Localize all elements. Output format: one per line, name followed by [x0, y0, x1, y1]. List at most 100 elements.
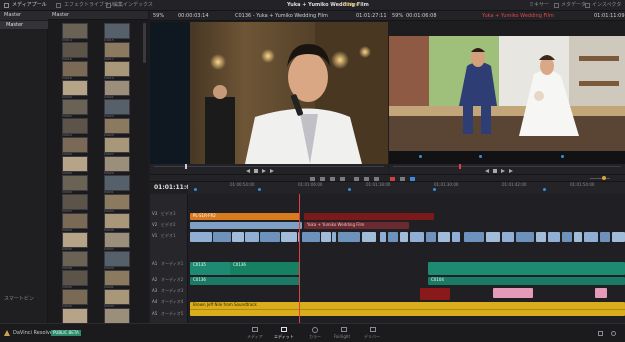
media-thumbnail[interactable] [62, 23, 88, 39]
clip-v1[interactable] [612, 232, 625, 242]
ruler-marker[interactable] [258, 188, 261, 191]
source-playhead[interactable] [185, 164, 187, 169]
snapping-icon[interactable] [390, 177, 395, 181]
clip-v1[interactable] [380, 232, 386, 242]
media-thumbnail[interactable] [104, 156, 130, 172]
insert-clip-icon[interactable] [354, 177, 359, 181]
clip-v1[interactable] [438, 232, 450, 242]
media-thumbnail[interactable] [104, 99, 130, 115]
clip-a2-c0104[interactable]: C0104 [428, 277, 625, 285]
clip-v1[interactable] [502, 232, 514, 242]
media-thumbnail[interactable] [104, 251, 130, 267]
track-header-a4[interactable]: A4 オーディオ4 [150, 298, 188, 308]
media-thumbnail[interactable] [62, 232, 88, 248]
clip-v1[interactable] [584, 232, 598, 242]
source-stop-icon[interactable] [254, 169, 258, 173]
clip-v1[interactable] [516, 232, 534, 242]
clip-v1[interactable] [338, 232, 360, 242]
media-pool-button[interactable]: メディアプール [12, 3, 47, 8]
media-thumbnail[interactable] [104, 23, 130, 39]
clip-v1[interactable] [281, 232, 297, 242]
replace-clip-icon[interactable] [374, 177, 379, 181]
media-thumbnail[interactable] [104, 289, 130, 305]
effects-library-icon[interactable] [56, 3, 61, 8]
track-header-v3[interactable]: V3 ビデオ3 [150, 210, 188, 220]
clip-v1[interactable] [190, 232, 212, 242]
dynamic-trim-icon[interactable] [330, 177, 335, 181]
media-thumbnail[interactable] [62, 61, 88, 77]
clip-v1[interactable] [426, 232, 436, 242]
media-thumbnail[interactable] [62, 213, 88, 229]
clip-v1[interactable] [388, 232, 398, 242]
clip-v3-adjustment[interactable]: PL-S1R-FR2 [190, 213, 300, 220]
clip-v1[interactable] [562, 232, 572, 242]
media-thumbnail[interactable] [62, 137, 88, 153]
clip-a3-pink-2[interactable] [595, 288, 607, 298]
edit-index-button[interactable]: 編集インデックス [113, 3, 153, 8]
clip-v1[interactable] [548, 232, 560, 242]
source-next-icon[interactable] [270, 169, 274, 173]
ruler-marker[interactable] [433, 188, 436, 191]
media-pool-scrollbar[interactable] [143, 23, 146, 63]
media-thumbnail[interactable] [104, 194, 130, 210]
clip-v1[interactable] [400, 232, 408, 242]
marker-flag-icon[interactable] [410, 177, 415, 181]
bin-item-master[interactable]: Master [0, 21, 48, 29]
clip-v2-title[interactable]: Yuka + Yumiko Wedding Film [304, 222, 409, 229]
timeline-scrubber[interactable] [393, 166, 621, 167]
track-header-a3[interactable]: A3 オーディオ3 [150, 287, 188, 297]
clip-v1[interactable] [574, 232, 582, 242]
marker[interactable] [479, 155, 482, 158]
clip-v1[interactable] [600, 232, 610, 242]
clip-a3-pink[interactable] [493, 288, 533, 298]
media-thumbnail[interactable] [62, 80, 88, 96]
media-thumbnail[interactable] [104, 175, 130, 191]
selection-tool-icon[interactable] [310, 177, 315, 181]
page-tab-media[interactable]: メディア [245, 326, 265, 342]
track-header-a2[interactable]: A2 オーディオ2 [150, 276, 188, 286]
clip-v1[interactable] [362, 232, 376, 242]
blade-tool-icon[interactable] [340, 177, 345, 181]
ruler-marker[interactable] [348, 188, 351, 191]
clip-a2-c0136[interactable]: C0136 [190, 277, 300, 285]
trim-tool-icon[interactable] [320, 177, 325, 181]
media-thumbnail[interactable] [104, 80, 130, 96]
media-thumbnail[interactable] [104, 61, 130, 77]
media-thumbnail[interactable] [62, 42, 88, 58]
clip-a3-red[interactable] [420, 288, 450, 300]
clip-v1[interactable] [302, 232, 320, 242]
media-thumbnail[interactable] [104, 137, 130, 153]
source-zoom[interactable]: 59% [153, 14, 164, 19]
inspector-icon[interactable] [585, 3, 590, 8]
media-thumbnail[interactable] [62, 270, 88, 286]
clip-a1-c0104[interactable] [428, 262, 625, 275]
inspector-button[interactable]: インスペクタ [592, 3, 621, 8]
media-thumbnail[interactable] [104, 118, 130, 134]
media-thumbnail[interactable] [62, 194, 88, 210]
media-thumbnail[interactable] [62, 289, 88, 305]
page-tab-edit[interactable]: エディット [272, 326, 296, 342]
timeline-viewer-playhead[interactable] [459, 164, 461, 169]
media-thumbnail[interactable] [104, 308, 130, 324]
media-thumbnail[interactable] [62, 99, 88, 115]
media-thumbnail[interactable] [62, 175, 88, 191]
timeline-play-icon[interactable] [501, 169, 505, 173]
media-thumbnail[interactable] [62, 308, 88, 324]
clip-v3-red[interactable] [304, 213, 434, 220]
media-thumbnail[interactable] [104, 232, 130, 248]
ruler-marker[interactable] [194, 188, 197, 191]
track-header-a1[interactable]: A1 オーディオ1 [150, 260, 188, 270]
timeline-stop-icon[interactable] [493, 169, 497, 173]
media-thumbnail[interactable] [104, 270, 130, 286]
marker[interactable] [419, 155, 422, 158]
media-thumbnail[interactable] [62, 156, 88, 172]
media-pool-icon[interactable] [4, 3, 9, 8]
clip-v1[interactable] [486, 232, 500, 242]
clip-v1[interactable] [245, 232, 259, 242]
zoom-slider[interactable] [590, 178, 610, 179]
home-icon[interactable] [598, 331, 603, 336]
media-thumbnail[interactable] [62, 118, 88, 134]
clip-a1-c0136[interactable]: C0136 [230, 262, 300, 275]
clip-a5-music[interactable]: Brown Jeff Nile from Soundtrack [190, 302, 625, 316]
track-header-v2[interactable]: V2 ビデオ2 [150, 221, 188, 231]
